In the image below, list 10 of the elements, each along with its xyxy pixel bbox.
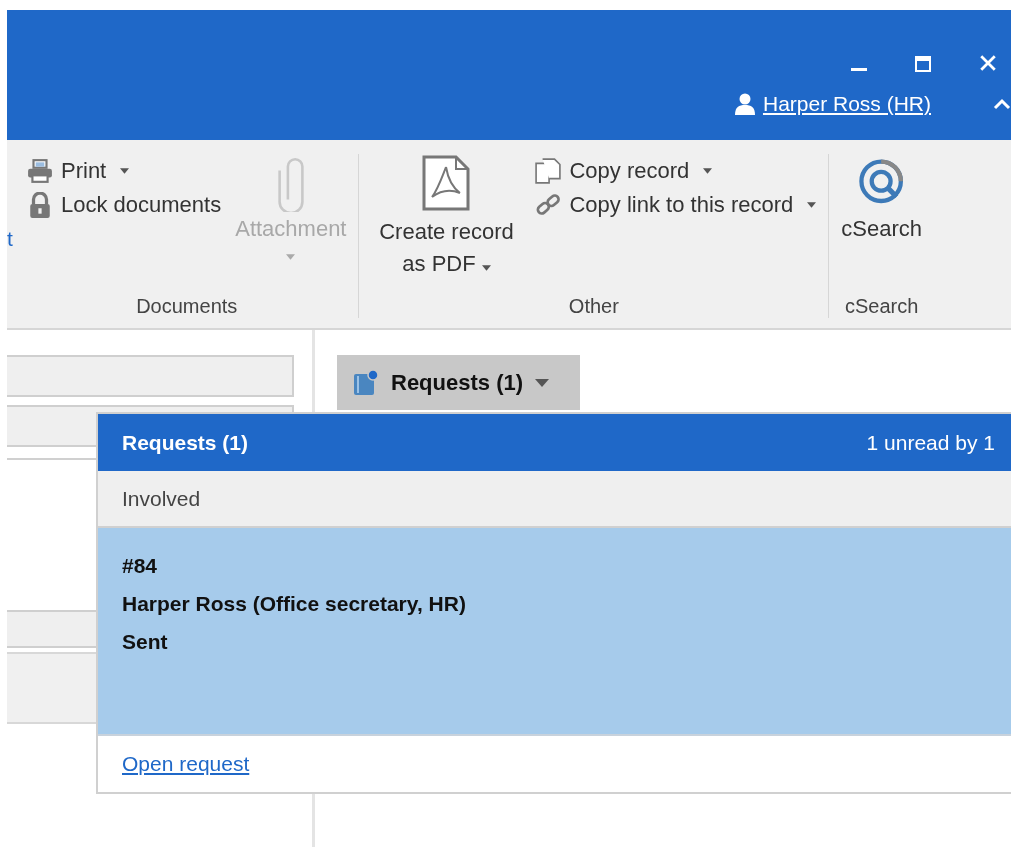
unread-count: 1 unread by 1	[866, 430, 995, 455]
group-label: Other	[568, 295, 619, 318]
group-label: cSearch	[844, 295, 919, 318]
ribbon-button-label: t	[7, 227, 13, 251]
popup-title: Requests (1)	[122, 430, 249, 455]
request-detail: #84	[122, 554, 159, 578]
request-detail: Sent	[122, 630, 169, 654]
request-detail: Harper Ross (Office secretary, HR)	[122, 592, 467, 616]
group-label: Documents	[136, 295, 238, 318]
section-title: Involved	[122, 486, 201, 511]
